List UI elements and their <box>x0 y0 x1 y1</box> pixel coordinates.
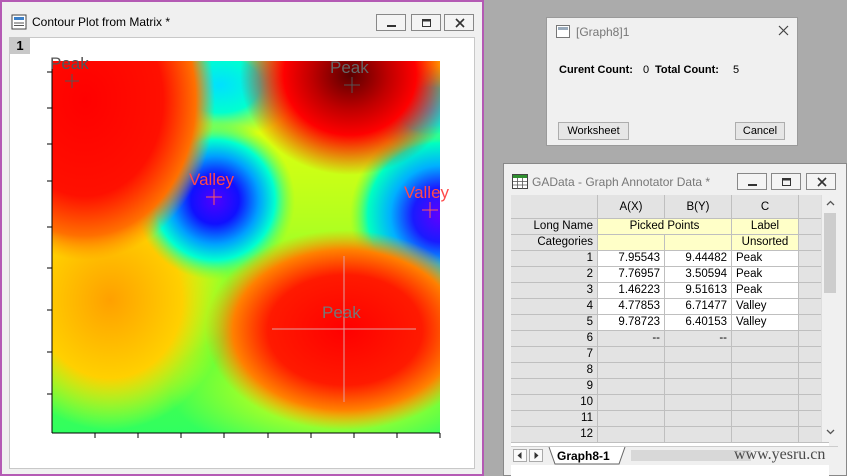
row-header[interactable]: 11 <box>511 411 598 427</box>
annotator-dialog[interactable]: [Graph8]1 Curent Count: 0 Total Count: 5… <box>546 17 798 146</box>
current-count-label: Curent Count: <box>559 64 633 76</box>
categories-row-header[interactable]: Categories <box>511 235 598 251</box>
watermark: www.yesru.cn <box>734 446 826 463</box>
row-header[interactable]: 8 <box>511 363 598 379</box>
cell-x[interactable] <box>598 379 665 395</box>
scroll-down-button[interactable] <box>822 424 839 440</box>
categories-a[interactable] <box>598 235 665 251</box>
triangle-right-icon <box>534 452 539 459</box>
wks-restore-button[interactable] <box>771 173 801 190</box>
chevron-down-icon <box>826 429 835 435</box>
long-name-row-header[interactable]: Long Name <box>511 219 598 235</box>
column-header-c[interactable]: C <box>732 195 799 219</box>
triangle-left-icon <box>517 452 522 459</box>
cell-label[interactable] <box>732 427 799 443</box>
cell-x[interactable]: 1.46223 <box>598 283 665 299</box>
chevron-up-icon <box>826 200 835 206</box>
long-name-c[interactable]: Label <box>732 219 799 235</box>
valley-label-1: Valley <box>189 170 235 189</box>
cell-label[interactable]: Valley <box>732 299 799 315</box>
row-header[interactable]: 10 <box>511 395 598 411</box>
cell-label[interactable] <box>732 379 799 395</box>
cell-y[interactable] <box>665 363 732 379</box>
scroll-up-button[interactable] <box>822 195 839 211</box>
vertical-scrollbar[interactable] <box>821 195 839 442</box>
cell-label[interactable] <box>732 331 799 347</box>
wks-minimize-button[interactable] <box>737 173 767 190</box>
cell-x[interactable] <box>598 427 665 443</box>
minimize-icon <box>748 184 757 186</box>
column-header-b[interactable]: B(Y) <box>665 195 732 219</box>
row-header[interactable]: 6 <box>511 331 598 347</box>
valley-label-2: Valley <box>404 183 450 202</box>
tab-scroll-right-button[interactable] <box>529 449 543 462</box>
cell-y[interactable] <box>665 379 732 395</box>
cell-y[interactable] <box>665 427 732 443</box>
contour-plot[interactable]: Peak Peak Valley Valley Peak <box>0 0 484 476</box>
sheet-tab-graph8-1[interactable]: Graph8-1 <box>557 449 610 463</box>
cell-label[interactable]: Valley <box>732 315 799 331</box>
worksheet-icon <box>512 174 528 192</box>
peak-label-2: Peak <box>330 58 369 77</box>
cell-y[interactable]: 6.40153 <box>665 315 732 331</box>
row-header[interactable]: 4 <box>511 299 598 315</box>
cell-label[interactable] <box>732 411 799 427</box>
scroll-thumb[interactable] <box>824 213 836 293</box>
total-count-label: Total Count: <box>655 64 719 76</box>
cell-x[interactable] <box>598 363 665 379</box>
cell-x[interactable] <box>598 395 665 411</box>
row-header[interactable]: 3 <box>511 283 598 299</box>
column-header-a[interactable]: A(X) <box>598 195 665 219</box>
row-header[interactable]: 12 <box>511 427 598 443</box>
cell-y[interactable]: 6.71477 <box>665 299 732 315</box>
peak-label-1: Peak <box>50 54 89 73</box>
long-name-ab[interactable]: Picked Points <box>598 219 732 235</box>
row-header[interactable]: 5 <box>511 315 598 331</box>
horizontal-scrollbar[interactable] <box>631 450 751 461</box>
cell-label[interactable] <box>732 363 799 379</box>
cell-x[interactable] <box>598 411 665 427</box>
row-header[interactable]: 1 <box>511 251 598 267</box>
cell-y[interactable] <box>665 411 732 427</box>
categories-b[interactable] <box>665 235 732 251</box>
cell-y[interactable] <box>665 395 732 411</box>
restore-icon <box>782 178 791 186</box>
cell-y[interactable]: 3.50594 <box>665 267 732 283</box>
cell-label[interactable]: Peak <box>732 251 799 267</box>
row-header[interactable]: 7 <box>511 347 598 363</box>
cell-label[interactable]: Peak <box>732 283 799 299</box>
worksheet-button[interactable]: Worksheet <box>558 122 629 140</box>
row-header[interactable]: 9 <box>511 379 598 395</box>
cell-x[interactable]: -- <box>598 331 665 347</box>
wks-close-button[interactable] <box>806 173 836 190</box>
cell-label[interactable] <box>732 395 799 411</box>
cell-y[interactable]: -- <box>665 331 732 347</box>
cell-y[interactable]: 9.44482 <box>665 251 732 267</box>
categories-c[interactable]: Unsorted <box>732 235 799 251</box>
worksheet-window[interactable]: GAData - Graph Annotator Data * A(X) B(Y… <box>503 163 847 476</box>
dialog-title: [Graph8]1 <box>576 25 630 39</box>
cell-x[interactable] <box>598 347 665 363</box>
total-count-value: 5 <box>733 64 740 76</box>
dialog-close-button[interactable] <box>775 22 793 40</box>
worksheet-grid[interactable]: A(X) B(Y) C Long Name Picked Points Labe… <box>511 195 829 476</box>
cell-label[interactable]: Peak <box>732 267 799 283</box>
cell-x[interactable]: 9.78723 <box>598 315 665 331</box>
corner-cell[interactable] <box>511 195 598 219</box>
cell-x[interactable]: 7.95543 <box>598 251 665 267</box>
cell-x[interactable]: 7.76957 <box>598 267 665 283</box>
worksheet-title: GAData - Graph Annotator Data * <box>532 175 711 189</box>
cell-y[interactable]: 9.51613 <box>665 283 732 299</box>
cell-label[interactable] <box>732 347 799 363</box>
tab-scroll-left-button[interactable] <box>513 449 527 462</box>
cell-y[interactable] <box>665 347 732 363</box>
peak-label-3: Peak <box>322 303 361 322</box>
cell-x[interactable]: 4.77853 <box>598 299 665 315</box>
current-count-value: 0 <box>643 64 650 76</box>
row-header[interactable]: 2 <box>511 267 598 283</box>
close-icon <box>778 25 789 36</box>
cancel-button[interactable]: Cancel <box>735 122 785 140</box>
dialog-app-icon <box>556 25 570 41</box>
close-icon <box>817 177 827 187</box>
